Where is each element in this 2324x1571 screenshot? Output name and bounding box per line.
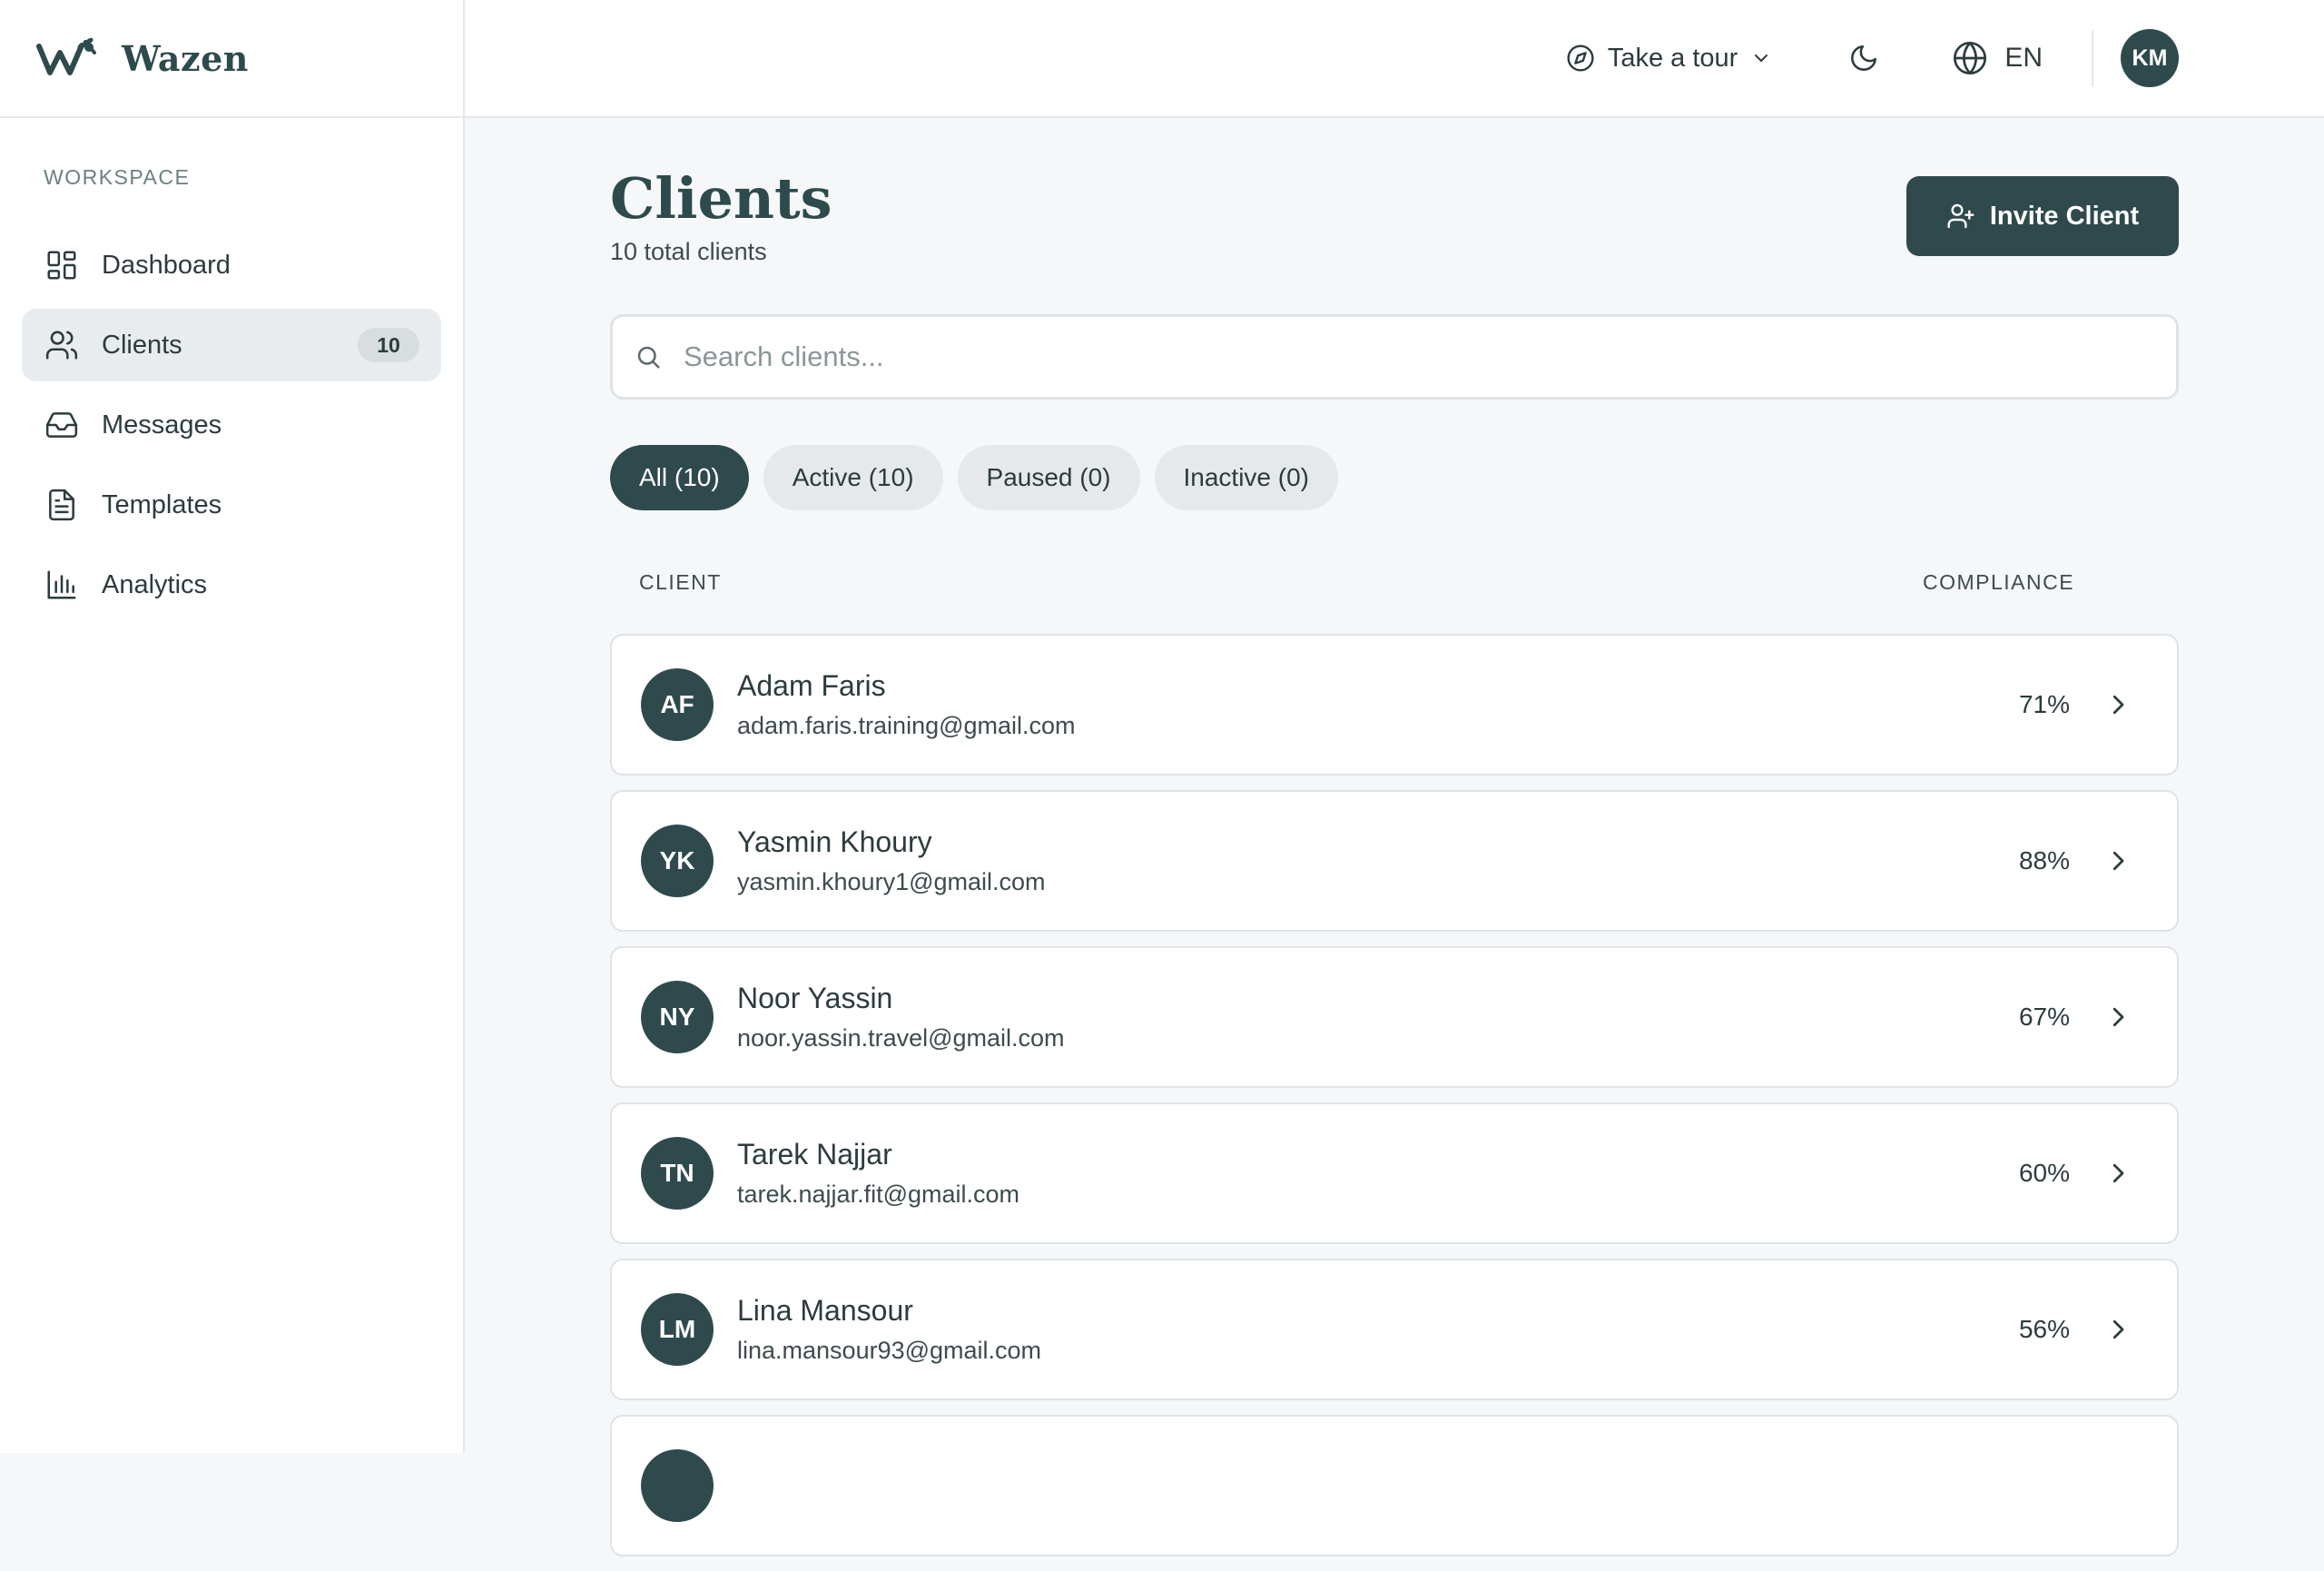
search-icon <box>637 346 660 369</box>
client-row[interactable]: TN Tarek Najjar tarek.najjar.fit@gmail.c… <box>610 1102 2179 1244</box>
sidebar-item-messages[interactable]: Messages <box>22 389 441 461</box>
dashboard-icon <box>44 247 80 283</box>
chevron-right-icon <box>2104 1316 2132 1343</box>
client-email: adam.faris.training@gmail.com <box>737 712 1076 739</box>
column-header-compliance: COMPLIANCE <box>1923 570 2075 594</box>
client-compliance: 60% <box>2018 1159 2070 1187</box>
language-button[interactable]: EN <box>1941 31 2053 85</box>
client-avatar: YK <box>641 825 714 897</box>
client-compliance: 88% <box>2018 846 2070 874</box>
client-row[interactable]: LM Lina Mansour lina.mansour93@gmail.com… <box>610 1259 2179 1400</box>
sidebar-heading: WORKSPACE <box>44 165 191 189</box>
client-name: Adam Faris <box>737 669 886 702</box>
client-row[interactable]: NY Noor Yassin noor.yassin.travel@gmail.… <box>610 946 2179 1088</box>
filter-paused[interactable]: Paused (0) <box>957 445 1140 510</box>
moon-icon <box>1851 44 1877 71</box>
chevron-right-icon <box>2104 1160 2132 1187</box>
filter-all[interactable]: All (10) <box>610 445 749 510</box>
brand-name: Wazen <box>122 37 249 79</box>
user-plus-icon <box>1947 203 1974 229</box>
client-info <box>737 1481 2177 1490</box>
column-header-client: CLIENT <box>639 570 722 594</box>
top-actions: Take a tour EN KM <box>1551 0 2179 116</box>
status-filters: All (10) Active (10) Paused (0) Inactive… <box>610 445 1338 510</box>
client-row[interactable] <box>610 1415 2179 1556</box>
client-avatar: TN <box>641 1137 714 1210</box>
inbox-icon <box>44 407 80 443</box>
client-list: AF Adam Faris adam.faris.training@gmail.… <box>610 634 2179 1571</box>
sidebar-item-label: Messages <box>102 410 222 440</box>
top-divider <box>2092 30 2093 86</box>
invite-client-button[interactable]: Invite Client <box>1906 176 2179 256</box>
client-email: tarek.najjar.fit@gmail.com <box>737 1181 1020 1208</box>
user-avatar[interactable]: KM <box>2121 29 2179 87</box>
sidebar-item-dashboard[interactable]: Dashboard <box>22 229 441 301</box>
sidebar-item-label: Templates <box>102 489 222 519</box>
sidebar-item-label: Dashboard <box>102 250 231 280</box>
filter-active[interactable]: Active (10) <box>763 445 943 510</box>
sidebar-item-templates[interactable]: Templates <box>22 469 441 541</box>
client-compliance: 71% <box>2018 690 2070 718</box>
language-label: EN <box>2004 43 2043 73</box>
sidebar-item-clients[interactable]: Clients 10 <box>22 309 441 381</box>
sidebar-item-analytics[interactable]: Analytics <box>22 548 441 621</box>
client-info: Noor Yassin noor.yassin.travel@gmail.com <box>737 982 2019 1052</box>
brand[interactable]: Wazen <box>0 0 465 116</box>
sidebar-nav: Dashboard Clients 10 Messages Templates … <box>22 229 441 628</box>
client-count-subtitle: 10 total clients <box>610 238 767 265</box>
bar-chart-icon <box>44 567 80 603</box>
client-name: Yasmin Khoury <box>737 825 932 858</box>
chevron-right-icon <box>2104 847 2132 874</box>
client-avatar <box>641 1449 714 1522</box>
take-a-tour-button[interactable]: Take a tour <box>1551 33 1787 84</box>
clients-count-badge: 10 <box>358 328 419 362</box>
search-input[interactable] <box>684 341 2045 373</box>
chevron-right-icon <box>2104 691 2132 718</box>
client-name: Lina Mansour <box>737 1294 913 1327</box>
client-compliance: 67% <box>2018 1003 2070 1031</box>
search-box <box>610 314 2179 400</box>
client-info: Adam Faris adam.faris.training@gmail.com <box>737 669 2019 740</box>
top-bar: Wazen Take a tour EN KM <box>0 0 2324 118</box>
sidebar-item-label: Analytics <box>102 569 208 599</box>
client-email: noor.yassin.travel@gmail.com <box>737 1024 1065 1052</box>
client-info: Lina Mansour lina.mansour93@gmail.com <box>737 1294 2019 1365</box>
client-name: Noor Yassin <box>737 982 893 1014</box>
invite-client-label: Invite Client <box>1989 201 2140 231</box>
theme-toggle-button[interactable] <box>1839 34 1888 83</box>
globe-icon <box>1954 42 1987 74</box>
client-avatar: NY <box>641 981 714 1053</box>
chevron-down-icon <box>1755 54 1768 62</box>
users-icon <box>44 327 80 363</box>
client-info: Tarek Najjar tarek.najjar.fit@gmail.com <box>737 1138 2019 1209</box>
sidebar-item-label: Clients <box>102 330 182 360</box>
sidebar: WORKSPACE Dashboard Clients 10 Messages … <box>0 118 465 1453</box>
client-row[interactable]: YK Yasmin Khoury yasmin.khoury1@gmail.co… <box>610 790 2179 932</box>
client-avatar: AF <box>641 668 714 741</box>
client-email: lina.mansour93@gmail.com <box>737 1337 1042 1364</box>
page-title: Clients <box>610 165 832 232</box>
client-compliance: 56% <box>2018 1315 2070 1343</box>
compass-icon <box>1567 44 1594 72</box>
client-email: yasmin.khoury1@gmail.com <box>737 868 1046 895</box>
file-text-icon <box>44 487 80 523</box>
client-name: Tarek Najjar <box>737 1138 892 1171</box>
chevron-right-icon <box>2104 1003 2132 1031</box>
filter-inactive[interactable]: Inactive (0) <box>1154 445 1338 510</box>
client-avatar: LM <box>641 1293 714 1366</box>
brand-logo-icon <box>36 38 96 75</box>
client-row[interactable]: AF Adam Faris adam.faris.training@gmail.… <box>610 634 2179 776</box>
take-a-tour-label: Take a tour <box>1607 43 1738 73</box>
client-info: Yasmin Khoury yasmin.khoury1@gmail.com <box>737 825 2019 896</box>
